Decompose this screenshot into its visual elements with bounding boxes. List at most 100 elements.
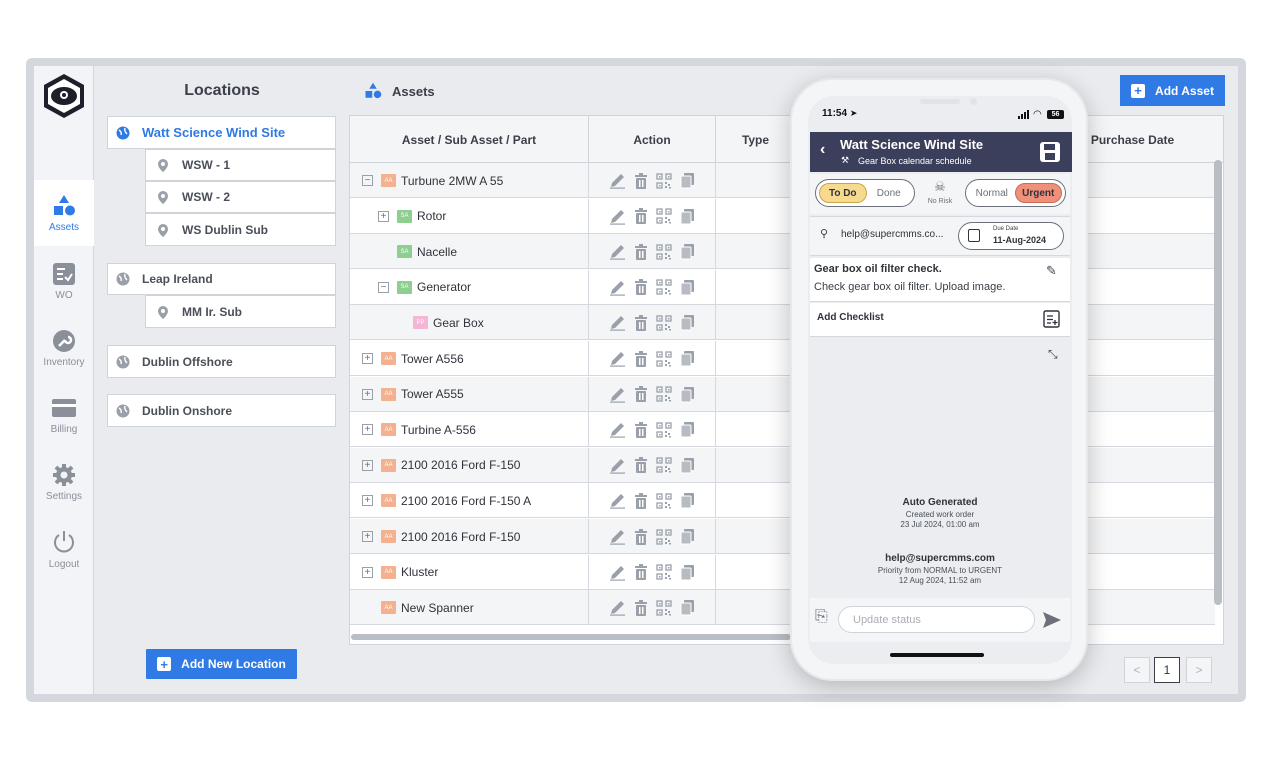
- copy-icon[interactable]: [680, 528, 695, 545]
- horizontal-scrollbar[interactable]: [351, 634, 791, 640]
- qr-code-icon[interactable]: [656, 244, 672, 260]
- collapse-icon[interactable]: ⤡: [1048, 347, 1058, 362]
- edit-icon[interactable]: ✎: [1046, 263, 1057, 279]
- location-site[interactable]: Leap Ireland: [107, 263, 336, 295]
- done-button[interactable]: Done: [867, 183, 912, 203]
- qr-code-icon[interactable]: [656, 564, 672, 580]
- copy-icon[interactable]: [680, 314, 695, 331]
- qr-code-icon[interactable]: [656, 279, 672, 295]
- delete-icon[interactable]: [634, 208, 648, 225]
- location-sub[interactable]: WSW - 1: [145, 149, 336, 181]
- copy-icon[interactable]: [680, 599, 695, 616]
- copy-icon[interactable]: [680, 386, 695, 403]
- status-input[interactable]: Update status: [838, 606, 1035, 633]
- copy-icon[interactable]: [680, 421, 695, 438]
- delete-icon[interactable]: [634, 564, 648, 581]
- asset-name[interactable]: 2100 2016 Ford F-150: [401, 458, 520, 472]
- delete-icon[interactable]: [634, 279, 648, 296]
- delete-icon[interactable]: [634, 528, 648, 545]
- edit-icon[interactable]: [609, 172, 626, 189]
- expand-icon[interactable]: +: [362, 531, 373, 542]
- edit-icon[interactable]: [609, 457, 626, 474]
- sidebar-item-logout[interactable]: Logout: [34, 516, 94, 582]
- qr-code-icon[interactable]: [656, 350, 672, 367]
- edit-icon[interactable]: [609, 421, 626, 438]
- vertical-scrollbar[interactable]: [1214, 160, 1222, 605]
- edit-icon[interactable]: [609, 599, 626, 616]
- location-site[interactable]: Dublin Onshore: [107, 394, 336, 427]
- delete-icon[interactable]: [634, 421, 648, 438]
- asset-name[interactable]: Tower A555: [401, 387, 464, 401]
- prev-page-button[interactable]: <: [1124, 657, 1150, 683]
- column-header[interactable]: Action: [589, 116, 716, 163]
- task-card[interactable]: Gear box oil filter check. Check gear bo…: [810, 258, 1070, 302]
- delete-icon[interactable]: [634, 599, 648, 616]
- edit-icon[interactable]: [609, 528, 626, 545]
- expand-icon[interactable]: +: [362, 388, 373, 400]
- due-date-button[interactable]: Due Date 11-Aug-2024: [958, 222, 1064, 250]
- edit-icon[interactable]: [609, 564, 626, 581]
- qr-code-icon[interactable]: [656, 600, 672, 616]
- edit-icon[interactable]: [609, 314, 626, 332]
- location-site[interactable]: Dublin Offshore: [107, 345, 336, 378]
- edit-icon[interactable]: [609, 243, 626, 260]
- normal-button[interactable]: Normal: [969, 183, 1015, 203]
- expand-icon[interactable]: +: [362, 495, 373, 507]
- save-icon[interactable]: [1039, 141, 1061, 163]
- add-checklist-icon[interactable]: [1043, 310, 1060, 328]
- attachment-icon[interactable]: ⎘: [815, 608, 828, 626]
- asset-name[interactable]: Generator: [417, 280, 471, 294]
- qr-code-icon[interactable]: [656, 386, 672, 402]
- collapse-icon[interactable]: −: [362, 175, 373, 186]
- delete-icon[interactable]: [634, 172, 648, 189]
- copy-icon[interactable]: [680, 208, 695, 225]
- urgent-button[interactable]: Urgent: [1014, 183, 1062, 203]
- edit-icon[interactable]: [609, 279, 626, 296]
- copy-icon[interactable]: [680, 457, 695, 474]
- add-asset-button[interactable]: + Add Asset: [1120, 75, 1225, 106]
- collapse-icon[interactable]: −: [378, 281, 389, 293]
- location-sub[interactable]: WS Dublin Sub: [145, 213, 336, 246]
- qr-code-icon[interactable]: [656, 422, 672, 438]
- copy-icon[interactable]: [680, 492, 695, 509]
- page-number-button[interactable]: 1: [1154, 657, 1180, 683]
- asset-name[interactable]: Turbune 2MW A 55: [401, 174, 503, 188]
- asset-name[interactable]: 2100 2016 Ford F-150: [401, 530, 520, 544]
- expand-icon[interactable]: +: [362, 424, 373, 436]
- sidebar-item-settings[interactable]: Settings: [34, 449, 94, 515]
- asset-name[interactable]: Gear Box: [433, 316, 484, 330]
- asset-name[interactable]: Tower A556: [401, 352, 464, 366]
- qr-code-icon[interactable]: [656, 208, 672, 224]
- expand-icon[interactable]: +: [362, 353, 373, 364]
- next-page-button[interactable]: >: [1186, 657, 1212, 683]
- sidebar-item-billing[interactable]: Billing: [34, 382, 94, 448]
- edit-icon[interactable]: [609, 492, 626, 510]
- delete-icon[interactable]: [634, 314, 648, 331]
- expand-icon[interactable]: +: [362, 459, 373, 471]
- sidebar-item-wo[interactable]: WO: [34, 248, 94, 314]
- asset-name[interactable]: 2100 2016 Ford F-150 A: [401, 494, 531, 508]
- delete-icon[interactable]: [634, 350, 648, 367]
- sidebar-item-assets[interactable]: Assets: [34, 180, 94, 246]
- send-icon[interactable]: [1042, 611, 1062, 629]
- location-sub[interactable]: WSW - 2: [145, 181, 336, 213]
- expand-icon[interactable]: +: [362, 566, 373, 578]
- copy-icon[interactable]: [680, 350, 695, 367]
- qr-code-icon[interactable]: [656, 457, 672, 473]
- asset-name[interactable]: Rotor: [417, 209, 446, 223]
- column-header[interactable]: Asset / Sub Asset / Part: [350, 116, 589, 163]
- qr-code-icon[interactable]: [656, 493, 672, 509]
- column-header[interactable]: Type: [716, 116, 796, 163]
- expand-icon[interactable]: +: [378, 210, 389, 222]
- edit-icon[interactable]: [609, 386, 626, 403]
- asset-name[interactable]: Kluster: [401, 565, 438, 579]
- location-site[interactable]: Watt Science Wind Site: [107, 116, 336, 149]
- location-sub[interactable]: MM Ir. Sub: [145, 295, 336, 328]
- copy-icon[interactable]: [680, 564, 695, 581]
- assignee-text[interactable]: help@supercmms.co...: [841, 229, 943, 240]
- todo-button[interactable]: To Do: [819, 183, 867, 203]
- edit-icon[interactable]: [609, 208, 626, 225]
- qr-code-icon[interactable]: [656, 172, 672, 189]
- asset-name[interactable]: New Spanner: [401, 601, 474, 615]
- copy-icon[interactable]: [680, 279, 695, 296]
